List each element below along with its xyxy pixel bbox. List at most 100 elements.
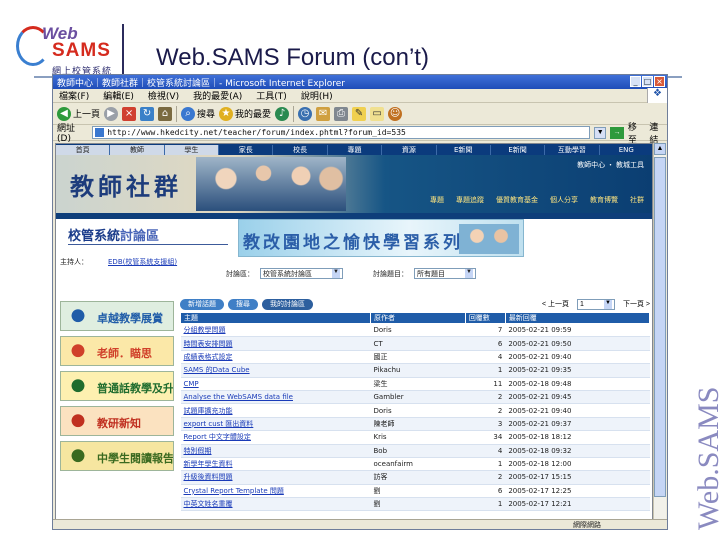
page-icon bbox=[95, 128, 105, 137]
search-button[interactable]: ⌕ 搜尋 bbox=[181, 106, 215, 121]
site-nav-item[interactable]: E新聞 bbox=[437, 144, 491, 155]
go-button[interactable]: → bbox=[610, 126, 624, 139]
forward-button[interactable]: ▶ bbox=[104, 106, 119, 121]
next-page-link[interactable]: 下一頁 > bbox=[623, 299, 650, 309]
messenger-button[interactable]: ☺ bbox=[388, 106, 403, 121]
stop-button[interactable]: × bbox=[122, 106, 137, 121]
topic-link[interactable]: CMP bbox=[180, 377, 371, 391]
latest-cell: 2005-02-18 12:00 bbox=[505, 457, 650, 472]
forum-search-button[interactable]: 搜尋 bbox=[228, 298, 258, 310]
latest-cell: 2005-02-21 09:59 bbox=[505, 323, 650, 338]
topic-link[interactable]: SAMS 的Data Cube bbox=[180, 363, 371, 378]
site-nav-item[interactable]: ENG bbox=[600, 146, 652, 154]
banner-top-links[interactable]: 教師中心 ・ 教城工具 bbox=[577, 160, 644, 170]
media-button[interactable]: ♪ bbox=[275, 106, 290, 121]
address-input[interactable]: http://www.hkedcity.net/teacher/forum/in… bbox=[92, 126, 591, 139]
site-nav-item[interactable]: E新聞 bbox=[491, 144, 546, 155]
back-button[interactable]: ◀ 上一頁 bbox=[57, 106, 100, 121]
site-nav-item[interactable]: 專題 bbox=[328, 144, 383, 155]
refresh-button[interactable]: ↻ bbox=[140, 106, 155, 121]
menu-favorites[interactable]: 我的最愛(A) bbox=[193, 89, 242, 102]
edit-icon: ✎ bbox=[352, 106, 367, 121]
table-row: 升級後資料問題 訪客 2 2005-02-17 15:15 bbox=[180, 470, 650, 485]
replies-cell: 1 bbox=[465, 457, 506, 472]
chevron-down-icon: ▼ bbox=[332, 269, 340, 278]
feature-image bbox=[63, 304, 93, 330]
menu-view[interactable]: 檢視(V) bbox=[148, 89, 179, 102]
col-author: 原作者 bbox=[370, 312, 466, 324]
author-cell: Pikachu bbox=[370, 363, 466, 378]
home-button[interactable]: ⌂ bbox=[158, 106, 173, 121]
print-button[interactable]: ⎙ bbox=[334, 106, 349, 121]
windows-flag-icon: ❖ bbox=[647, 88, 667, 103]
address-dropdown-button[interactable]: ▼ bbox=[594, 126, 607, 139]
scroll-thumb[interactable] bbox=[654, 157, 666, 497]
banner-link[interactable]: 專題 bbox=[430, 195, 444, 205]
star-icon: ★ bbox=[219, 106, 234, 121]
feature-label: 老師．瞄思 bbox=[97, 347, 152, 360]
promo-banner[interactable]: 教改園地之愉快學習系列 bbox=[238, 219, 524, 257]
author-cell: Doris bbox=[370, 323, 466, 338]
history-button[interactable]: ◷ bbox=[298, 106, 313, 121]
author-cell: Kris bbox=[370, 430, 466, 445]
site-nav-item[interactable]: 校長 bbox=[273, 144, 328, 155]
new-topic-button[interactable]: 新增話題 bbox=[180, 298, 224, 310]
banner-link[interactable]: 個人分享 bbox=[550, 195, 578, 205]
prev-page-link[interactable]: < 上一頁 bbox=[542, 299, 569, 309]
topic-link[interactable]: 時間表安排問題 bbox=[180, 336, 371, 351]
topic-link[interactable]: 特別假期 bbox=[180, 444, 371, 458]
menu-file[interactable]: 檔案(F) bbox=[59, 89, 89, 102]
menu-help[interactable]: 說明(H) bbox=[301, 89, 333, 102]
topic-link[interactable]: Crystal Report Template 問題 bbox=[180, 484, 371, 499]
topic-link[interactable]: 新學年學生資料 bbox=[180, 457, 371, 472]
topic-link[interactable]: Analyse the WebSAMS data file bbox=[180, 390, 371, 405]
vertical-scrollbar[interactable]: ▲ bbox=[653, 143, 666, 521]
logo-sams-text: SAMS bbox=[52, 40, 111, 61]
feature-banner[interactable]: 卓越教學展賞 bbox=[60, 301, 174, 331]
discuss-button[interactable]: ▭ bbox=[370, 106, 385, 121]
favorites-button[interactable]: ★ 我的最愛 bbox=[219, 106, 271, 121]
menu-edit[interactable]: 編輯(E) bbox=[103, 89, 134, 102]
site-nav-item[interactable]: 家長 bbox=[219, 144, 274, 155]
side-watermark-text: Web.SAMS bbox=[692, 386, 720, 530]
site-nav-item[interactable]: 首頁 bbox=[56, 144, 111, 155]
topic-link[interactable]: 成績表格式設定 bbox=[180, 350, 371, 365]
table-row: 試題庫擴充功能 Doris 2 2005-02-21 09:40 bbox=[180, 403, 650, 418]
edit-button[interactable]: ✎ bbox=[352, 106, 367, 121]
maximize-button[interactable]: □ bbox=[642, 76, 653, 87]
address-label: 網址(D) bbox=[57, 124, 76, 144]
feature-banner[interactable]: 教研新知 bbox=[60, 406, 174, 436]
author-cell: oceanfairm bbox=[370, 457, 466, 472]
feature-banner[interactable]: 普通話教學及升中派位規劃 bbox=[60, 371, 174, 401]
site-nav-item[interactable]: 資源 bbox=[382, 144, 437, 155]
forum-select[interactable]: 校管系統討論區 ▼ bbox=[260, 268, 343, 279]
topic-select[interactable]: 所有題目 ▼ bbox=[414, 268, 476, 279]
topic-link[interactable]: 中英文姓名重覆 bbox=[180, 497, 371, 512]
topic-link[interactable]: 升級後資料問題 bbox=[180, 470, 371, 485]
menu-tools[interactable]: 工具(T) bbox=[256, 89, 287, 102]
status-zone: 網際網路 bbox=[573, 522, 601, 529]
minimize-button[interactable]: _ bbox=[630, 76, 641, 87]
banner-link[interactable]: 社群 bbox=[630, 195, 644, 205]
my-forum-button[interactable]: 我的討論區 bbox=[262, 298, 313, 310]
topic-link[interactable]: export cust 匯出資料 bbox=[180, 417, 371, 432]
banner-link[interactable]: 專題追蹤 bbox=[456, 195, 484, 205]
feature-banner[interactable]: 老師．瞄思 bbox=[60, 336, 174, 366]
close-button[interactable]: × bbox=[654, 76, 665, 87]
go-label[interactable]: 移至 bbox=[628, 120, 646, 146]
banner-link[interactable]: 優質教育基金 bbox=[496, 195, 538, 205]
topic-link[interactable]: Report 中文字體設定 bbox=[180, 430, 371, 445]
feature-banner[interactable]: 中學生閱讀報告比賽 2005 bbox=[60, 441, 174, 471]
topic-link[interactable]: 試題庫擴充功能 bbox=[180, 403, 371, 418]
mail-button[interactable]: ✉ bbox=[316, 106, 331, 121]
site-nav-item[interactable]: 互動學習 bbox=[545, 144, 600, 155]
page-select[interactable]: 1 ▼ bbox=[577, 298, 615, 310]
site-nav-item[interactable]: 教師 bbox=[110, 144, 165, 155]
site-nav-item[interactable]: 學生 bbox=[164, 144, 220, 155]
topic-link[interactable]: 分組教學問題 bbox=[180, 323, 371, 338]
scroll-up-icon[interactable]: ▲ bbox=[654, 143, 666, 155]
moderator-link[interactable]: EDB(校管系統支援組) bbox=[108, 258, 177, 266]
banner-link[interactable]: 教育博覽 bbox=[590, 195, 618, 205]
websams-logo: Web SAMS 網上校管系統 bbox=[10, 18, 125, 78]
links-label[interactable]: 連結 bbox=[649, 120, 667, 146]
